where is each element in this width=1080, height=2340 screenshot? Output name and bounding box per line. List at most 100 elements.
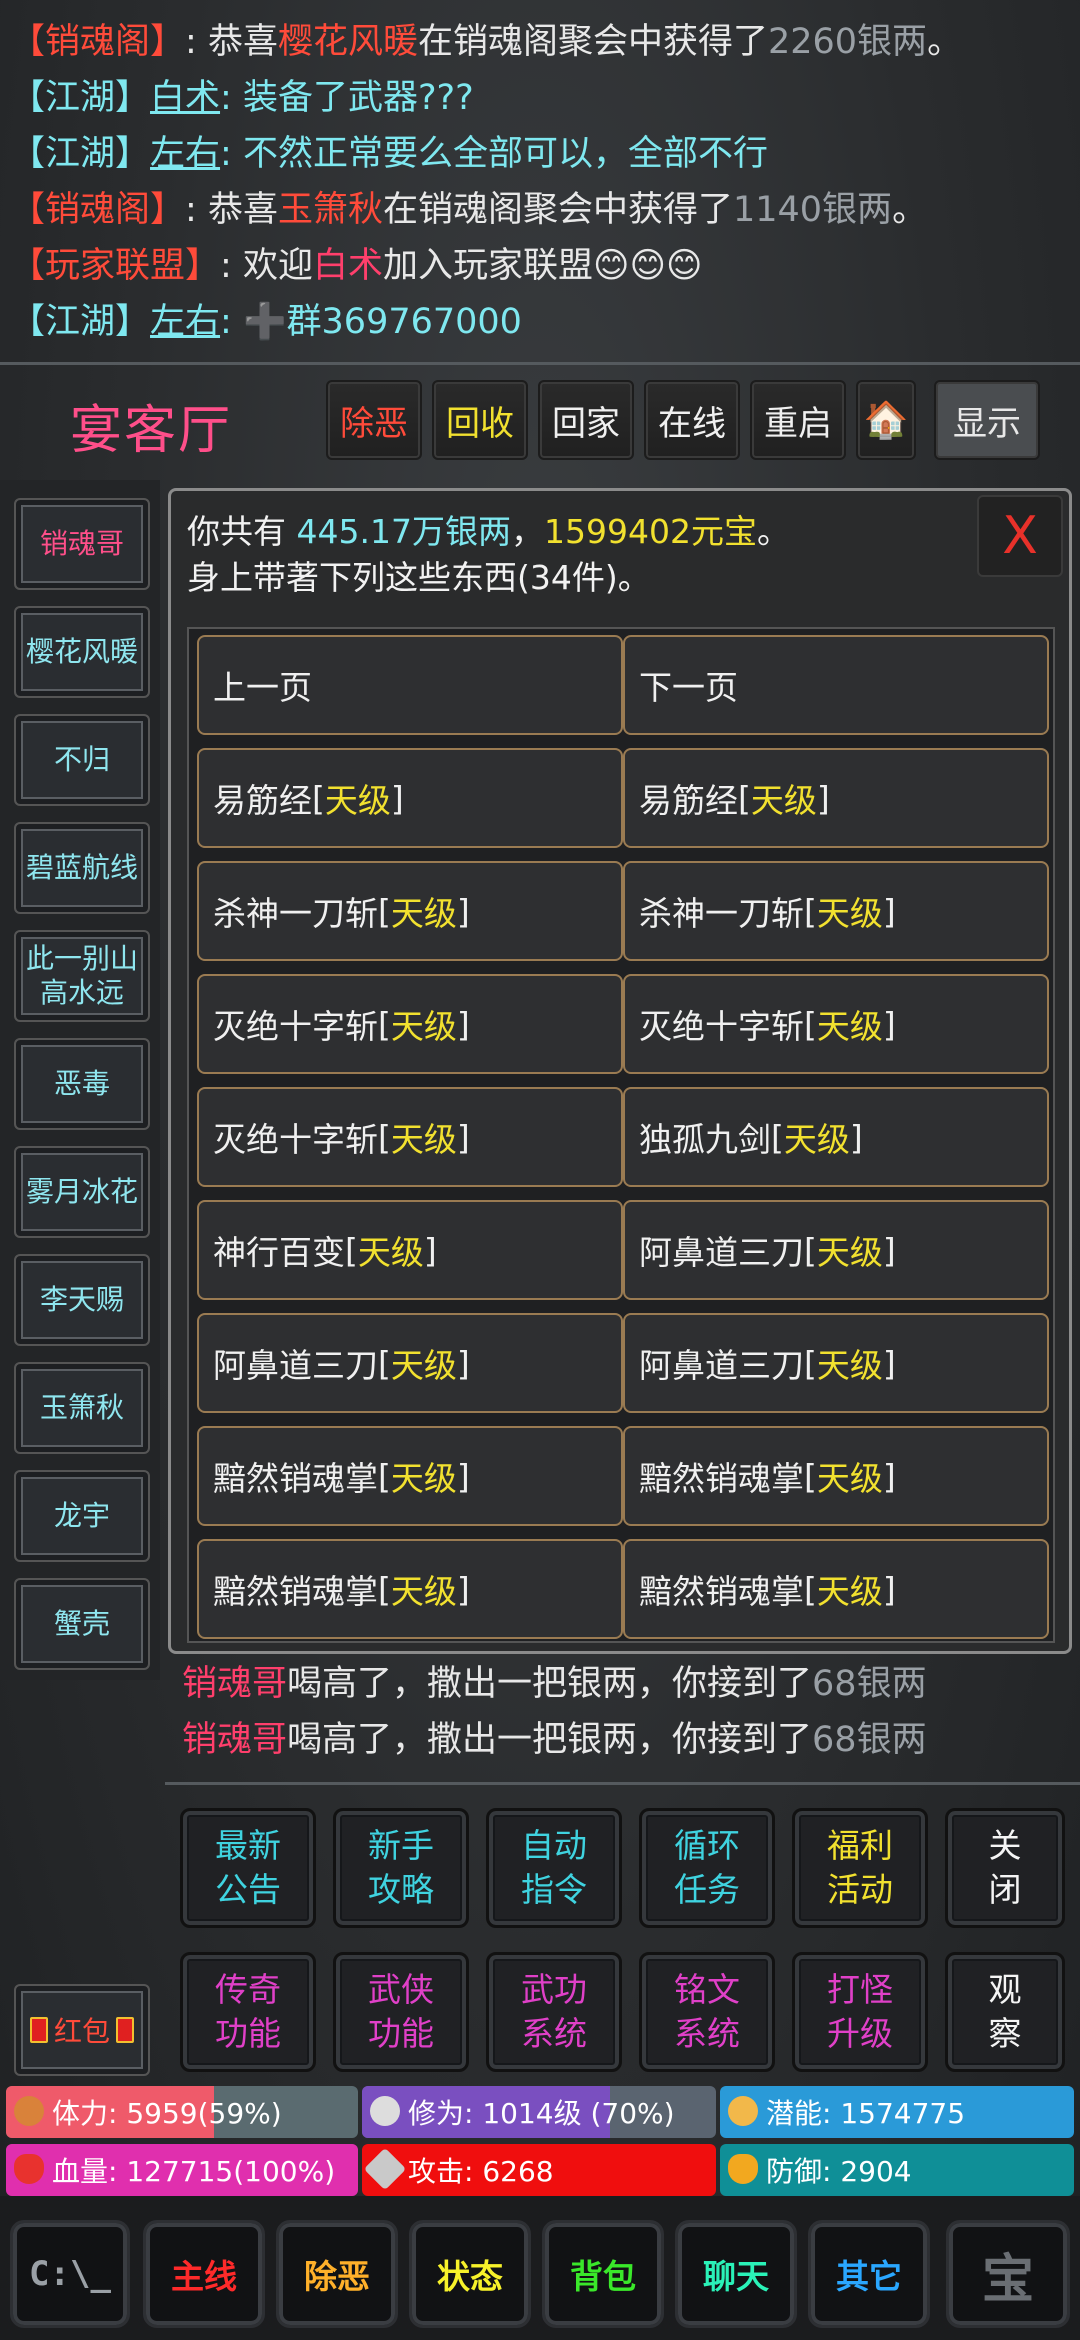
message-line: 销魂哥喝高了，撒出一把银两，你接到了68银两 bbox=[182, 1664, 927, 1704]
red-packet-button[interactable]: 红包 bbox=[14, 1984, 150, 2076]
nav-backpack[interactable]: 背包 bbox=[542, 2220, 664, 2328]
item-name: 易筋经 bbox=[639, 781, 738, 820]
nav-other[interactable]: 其它 bbox=[808, 2220, 930, 2328]
item-level: 天级 bbox=[390, 1572, 457, 1611]
chat-line: 【玩家联盟】: 欢迎白术加入玩家联盟😊😊😊 bbox=[10, 246, 703, 286]
inventory-item[interactable]: 黯然销魂掌[天级] bbox=[623, 1426, 1049, 1526]
inventory-item[interactable]: 灭绝十字斩[天级] bbox=[197, 1087, 623, 1187]
announcement-button[interactable]: 最新 公告 bbox=[180, 1808, 316, 1928]
smile-emoji-icon: 😊😊😊 bbox=[592, 246, 703, 286]
item-level: 天级 bbox=[390, 1120, 457, 1159]
nav-main-quest[interactable]: 主线 bbox=[143, 2220, 265, 2328]
restart-button[interactable]: 重启 bbox=[750, 380, 846, 460]
inventory-item[interactable]: 灭绝十字斩[天级] bbox=[197, 974, 623, 1074]
item-level: 天级 bbox=[816, 1233, 883, 1272]
player-name[interactable]: 玉箫秋 bbox=[278, 190, 383, 230]
observe-button[interactable]: 观察 bbox=[945, 1952, 1065, 2072]
defense-bar: 防御: 2904 bbox=[720, 2144, 1074, 2196]
inventory-panel: 你共有 445.17万银两，1599402元宝。 身上带著下列这些东西(34件)… bbox=[168, 488, 1072, 1654]
sidebar-item-player[interactable]: 销魂哥 bbox=[14, 498, 150, 590]
inventory-item[interactable]: 杀神一刀斩[天级] bbox=[623, 861, 1049, 961]
inventory-item[interactable]: 神行百变[天级] bbox=[197, 1200, 623, 1300]
inventory-item[interactable]: 阿鼻道三刀[天级] bbox=[623, 1200, 1049, 1300]
prev-page-button[interactable]: 上一页 bbox=[197, 635, 623, 735]
auto-command-button[interactable]: 自动 指令 bbox=[486, 1808, 622, 1928]
inscription-system-button[interactable]: 铭文 系统 bbox=[639, 1952, 775, 2072]
sidebar-item-player[interactable]: 李天赐 bbox=[14, 1254, 150, 1346]
nav-chat[interactable]: 聊天 bbox=[675, 2220, 797, 2328]
nav-status[interactable]: 状态 bbox=[409, 2220, 531, 2328]
sidebar-item-player[interactable]: 此一别山高水远 bbox=[14, 930, 150, 1022]
item-level: 天级 bbox=[816, 1572, 883, 1611]
chat-line: 【江湖】左右: ➕群369767000 bbox=[10, 302, 522, 342]
yin-yang-icon bbox=[370, 2096, 400, 2126]
item-level: 天级 bbox=[816, 1346, 883, 1385]
inventory-item[interactable]: 黯然销魂掌[天级] bbox=[197, 1539, 623, 1639]
sidebar-item-player[interactable]: 碧蓝航线 bbox=[14, 822, 150, 914]
display-button[interactable]: 显示 bbox=[934, 380, 1040, 460]
wuxia-feature-button[interactable]: 武侠 功能 bbox=[333, 1952, 469, 2072]
item-level: 天级 bbox=[816, 1459, 883, 1498]
player-name[interactable]: 白术 bbox=[313, 246, 383, 286]
chat-channel: 【销魂阁】 bbox=[10, 22, 186, 62]
chat-line: 【江湖】左右: 不然正常要么全部可以，全部不行 bbox=[10, 134, 768, 174]
nav-evil-purge[interactable]: 除恶 bbox=[276, 2220, 398, 2328]
red-envelope-icon bbox=[116, 2017, 134, 2043]
sidebar-item-player[interactable]: 雾月冰花 bbox=[14, 1146, 150, 1238]
chat-channel: 【江湖】 bbox=[10, 302, 151, 342]
sidebar-item-player[interactable]: 不归 bbox=[14, 714, 150, 806]
item-level: 天级 bbox=[816, 1007, 883, 1046]
silver-amount: 445.17万银两 bbox=[296, 512, 511, 551]
online-button[interactable]: 在线 bbox=[644, 380, 740, 460]
inventory-item[interactable]: 易筋经[天级] bbox=[623, 748, 1049, 848]
item-name: 黯然销魂掌 bbox=[639, 1459, 804, 1498]
item-name: 灭绝十字斩 bbox=[213, 1120, 378, 1159]
terminal-icon[interactable]: C:\_ bbox=[10, 2220, 130, 2328]
close-button[interactable]: 关闭 bbox=[945, 1808, 1065, 1928]
inventory-summary: 你共有 445.17万银两，1599402元宝。 身上带著下列这些东西(34件)… bbox=[187, 509, 790, 601]
player-name[interactable]: 左右 bbox=[150, 302, 220, 342]
home-icon[interactable]: 🏠 bbox=[856, 380, 916, 460]
inventory-item[interactable]: 灭绝十字斩[天级] bbox=[623, 974, 1049, 1074]
sidebar-item-player[interactable]: 蟹壳 bbox=[14, 1578, 150, 1670]
next-page-button[interactable]: 下一页 bbox=[623, 635, 1049, 735]
sidebar-item-player[interactable]: 龙宇 bbox=[14, 1470, 150, 1562]
sidebar-item-player[interactable]: 樱花风暖 bbox=[14, 606, 150, 698]
inventory-item[interactable]: 阿鼻道三刀[天级] bbox=[623, 1313, 1049, 1413]
item-level: 天级 bbox=[390, 894, 457, 933]
player-name[interactable]: 左右 bbox=[150, 134, 220, 174]
item-name: 阿鼻道三刀 bbox=[639, 1233, 804, 1272]
loop-task-button[interactable]: 循环 任务 bbox=[639, 1808, 775, 1928]
player-name[interactable]: 樱花风暖 bbox=[278, 22, 418, 62]
recycle-button[interactable]: 回收 bbox=[432, 380, 528, 460]
close-icon[interactable]: X bbox=[977, 495, 1063, 577]
inventory-item[interactable]: 杀神一刀斩[天级] bbox=[197, 861, 623, 961]
chat-channel: 【江湖】 bbox=[10, 134, 151, 174]
red-envelope-icon bbox=[29, 2017, 48, 2043]
welfare-button[interactable]: 福利 活动 bbox=[792, 1808, 928, 1928]
item-name: 黯然销魂掌 bbox=[639, 1572, 804, 1611]
item-count-text: 身上带著下列这些东西(34件)。 bbox=[187, 558, 651, 597]
guide-button[interactable]: 新手 攻略 bbox=[333, 1808, 469, 1928]
inventory-item[interactable]: 黯然销魂掌[天级] bbox=[623, 1539, 1049, 1639]
divider bbox=[165, 1782, 1080, 1785]
evil-purge-button[interactable]: 除恶 bbox=[326, 380, 422, 460]
item-name: 黯然销魂掌 bbox=[213, 1572, 378, 1611]
player-name[interactable]: 销魂哥 bbox=[182, 1664, 287, 1704]
inventory-item[interactable]: 独孤九剑[天级] bbox=[623, 1087, 1049, 1187]
inventory-item[interactable]: 黯然销魂掌[天级] bbox=[197, 1426, 623, 1526]
item-name: 神行百变 bbox=[213, 1233, 345, 1272]
monster-leveling-button[interactable]: 打怪 升级 bbox=[792, 1952, 928, 2072]
inventory-item[interactable]: 阿鼻道三刀[天级] bbox=[197, 1313, 623, 1413]
sword-icon bbox=[363, 2147, 407, 2191]
player-name[interactable]: 销魂哥 bbox=[182, 1720, 287, 1760]
treasure-icon[interactable]: 宝 bbox=[946, 2220, 1070, 2328]
legend-feature-button[interactable]: 传奇 功能 bbox=[180, 1952, 316, 2072]
go-home-button[interactable]: 回家 bbox=[538, 380, 634, 460]
sidebar-item-player[interactable]: 玉箫秋 bbox=[14, 1362, 150, 1454]
sidebar-item-player[interactable]: 恶毒 bbox=[14, 1038, 150, 1130]
item-name: 杀神一刀斩 bbox=[639, 894, 804, 933]
martial-system-button[interactable]: 武功 系统 bbox=[486, 1952, 622, 2072]
inventory-item[interactable]: 易筋经[天级] bbox=[197, 748, 623, 848]
player-name[interactable]: 白术 bbox=[150, 78, 220, 118]
